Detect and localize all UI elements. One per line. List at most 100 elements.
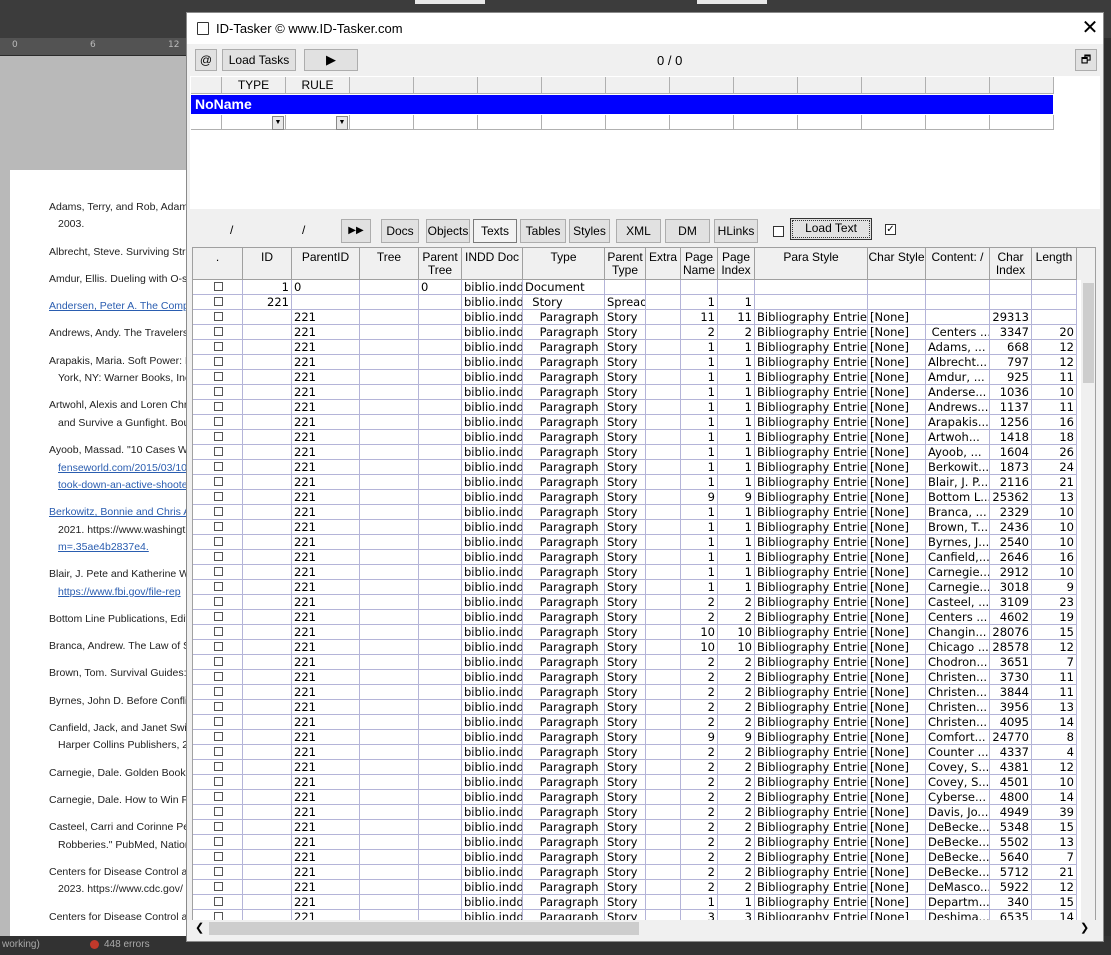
grid-cell[interactable]: 14 — [1032, 715, 1077, 730]
grid-cell[interactable]: 1 — [718, 565, 755, 580]
grid-cell[interactable] — [360, 400, 419, 415]
table-row[interactable]: 221 biblio.indd Paragraph Story 2 2 Bibliogra… — [193, 790, 1095, 805]
grid-cell[interactable] — [360, 310, 419, 325]
tab-styles[interactable]: Styles — [569, 219, 610, 243]
grid-cell[interactable]: 26 — [1032, 445, 1077, 460]
grid-cell[interactable] — [193, 325, 243, 340]
grid-cell[interactable]: Story — [605, 610, 646, 625]
grid-cell[interactable]: 20 — [1032, 325, 1077, 340]
grid-cell[interactable]: 3651 — [990, 655, 1032, 670]
grid-column-header[interactable]: INDD Doc — [462, 248, 523, 280]
task-grid-cell[interactable] — [862, 115, 926, 130]
grid-cell[interactable]: 19 — [1032, 610, 1077, 625]
grid-cell[interactable]: 221 — [292, 490, 360, 505]
grid-cell[interactable]: 2 — [718, 700, 755, 715]
grid-cell[interactable]: biblio.indd — [462, 625, 523, 640]
grid-cell[interactable]: 1 — [681, 355, 718, 370]
table-row[interactable]: 221 biblio.indd Paragraph Story 1 1 Bibliogra… — [193, 430, 1095, 445]
grid-cell[interactable] — [243, 520, 292, 535]
at-button[interactable]: @ — [195, 49, 217, 71]
task-grid-column-header[interactable] — [542, 77, 606, 94]
grid-cell[interactable]: biblio.indd — [462, 430, 523, 445]
grid-column-header[interactable]: ID — [243, 248, 292, 280]
grid-cell[interactable]: 2540 — [990, 535, 1032, 550]
grid-cell[interactable]: 4602 — [990, 610, 1032, 625]
grid-cell[interactable] — [419, 475, 462, 490]
row-checkbox[interactable] — [214, 822, 223, 831]
grid-cell[interactable]: Bibliography Entries — [755, 805, 868, 820]
grid-cell[interactable]: Story — [605, 625, 646, 640]
grid-cell[interactable]: 4501 — [990, 775, 1032, 790]
grid-cell[interactable]: Story — [605, 535, 646, 550]
grid-cell[interactable]: 1 — [718, 535, 755, 550]
grid-cell[interactable]: Paragraph — [523, 370, 605, 385]
grid-cell[interactable] — [243, 775, 292, 790]
grid-cell[interactable]: Cyberse... — [926, 790, 990, 805]
grid-cell[interactable]: 10 — [1032, 505, 1077, 520]
grid-cell[interactable]: 2 — [681, 670, 718, 685]
grid-cell[interactable]: 4381 — [990, 760, 1032, 775]
grid-cell[interactable]: [None] — [868, 550, 926, 565]
grid-cell[interactable]: 221 — [292, 685, 360, 700]
grid-cell[interactable] — [193, 460, 243, 475]
row-checkbox[interactable] — [214, 657, 223, 666]
row-checkbox[interactable] — [214, 537, 223, 546]
grid-cell[interactable]: [None] — [868, 370, 926, 385]
grid-cell[interactable]: biblio.indd — [462, 475, 523, 490]
grid-cell[interactable]: 1 — [681, 520, 718, 535]
grid-cell[interactable]: 10 — [681, 625, 718, 640]
grid-cell[interactable]: 2 — [681, 745, 718, 760]
grid-column-header[interactable]: ParentID — [292, 248, 360, 280]
grid-cell[interactable]: Story — [605, 430, 646, 445]
row-checkbox[interactable] — [214, 627, 223, 636]
grid-cell[interactable]: Anderse... — [926, 385, 990, 400]
grid-cell[interactable]: biblio.indd — [462, 445, 523, 460]
grid-cell[interactable] — [646, 415, 681, 430]
grid-cell[interactable]: Paragraph — [523, 865, 605, 880]
grid-cell[interactable] — [193, 685, 243, 700]
grid-cell[interactable]: 221 — [292, 850, 360, 865]
grid-cell[interactable]: [None] — [868, 535, 926, 550]
table-row[interactable]: 221 biblio.indd Paragraph Story 9 9 Bibliogra… — [193, 730, 1095, 745]
grid-cell[interactable] — [419, 820, 462, 835]
grid-cell[interactable]: 221 — [292, 790, 360, 805]
grid-cell[interactable]: 12 — [1032, 340, 1077, 355]
error-count[interactable]: 448 errors — [104, 939, 150, 950]
grid-cell[interactable]: Story — [605, 895, 646, 910]
grid-cell[interactable] — [419, 670, 462, 685]
grid-cell[interactable]: 0 — [292, 280, 360, 295]
row-checkbox[interactable] — [214, 327, 223, 336]
grid-cell[interactable] — [360, 865, 419, 880]
grid-cell[interactable] — [419, 385, 462, 400]
grid-cell[interactable] — [419, 700, 462, 715]
grid-cell[interactable]: Bibliography Entries — [755, 400, 868, 415]
table-row[interactable]: 221 biblio.indd Paragraph Story 9 9 Bibliogra… — [193, 490, 1095, 505]
grid-cell[interactable] — [646, 535, 681, 550]
grid-cell[interactable]: Story — [605, 670, 646, 685]
grid-cell[interactable]: Bibliography Entries — [755, 880, 868, 895]
grid-cell[interactable]: Paragraph — [523, 505, 605, 520]
grid-cell[interactable]: 221 — [292, 670, 360, 685]
grid-cell[interactable] — [243, 835, 292, 850]
grid-cell[interactable] — [646, 850, 681, 865]
grid-cell[interactable]: 1873 — [990, 460, 1032, 475]
grid-cell[interactable] — [646, 325, 681, 340]
grid-cell[interactable]: [None] — [868, 835, 926, 850]
grid-cell[interactable] — [360, 490, 419, 505]
grid-cell[interactable]: 1 — [681, 460, 718, 475]
grid-cell[interactable] — [718, 280, 755, 295]
grid-cell[interactable]: 221 — [292, 700, 360, 715]
control-field[interactable] — [697, 0, 767, 4]
grid-cell[interactable] — [360, 700, 419, 715]
grid-cell[interactable]: biblio.indd — [462, 700, 523, 715]
grid-cell[interactable]: Paragraph — [523, 520, 605, 535]
grid-cell[interactable]: 2 — [681, 775, 718, 790]
grid-cell[interactable] — [646, 310, 681, 325]
grid-cell[interactable] — [243, 460, 292, 475]
grid-cell[interactable]: 13 — [1032, 490, 1077, 505]
row-checkbox[interactable] — [214, 732, 223, 741]
grid-cell[interactable]: Bibliography Entries — [755, 370, 868, 385]
grid-cell[interactable] — [360, 760, 419, 775]
grid-cell[interactable]: Story — [605, 400, 646, 415]
grid-cell[interactable]: biblio.indd — [462, 655, 523, 670]
